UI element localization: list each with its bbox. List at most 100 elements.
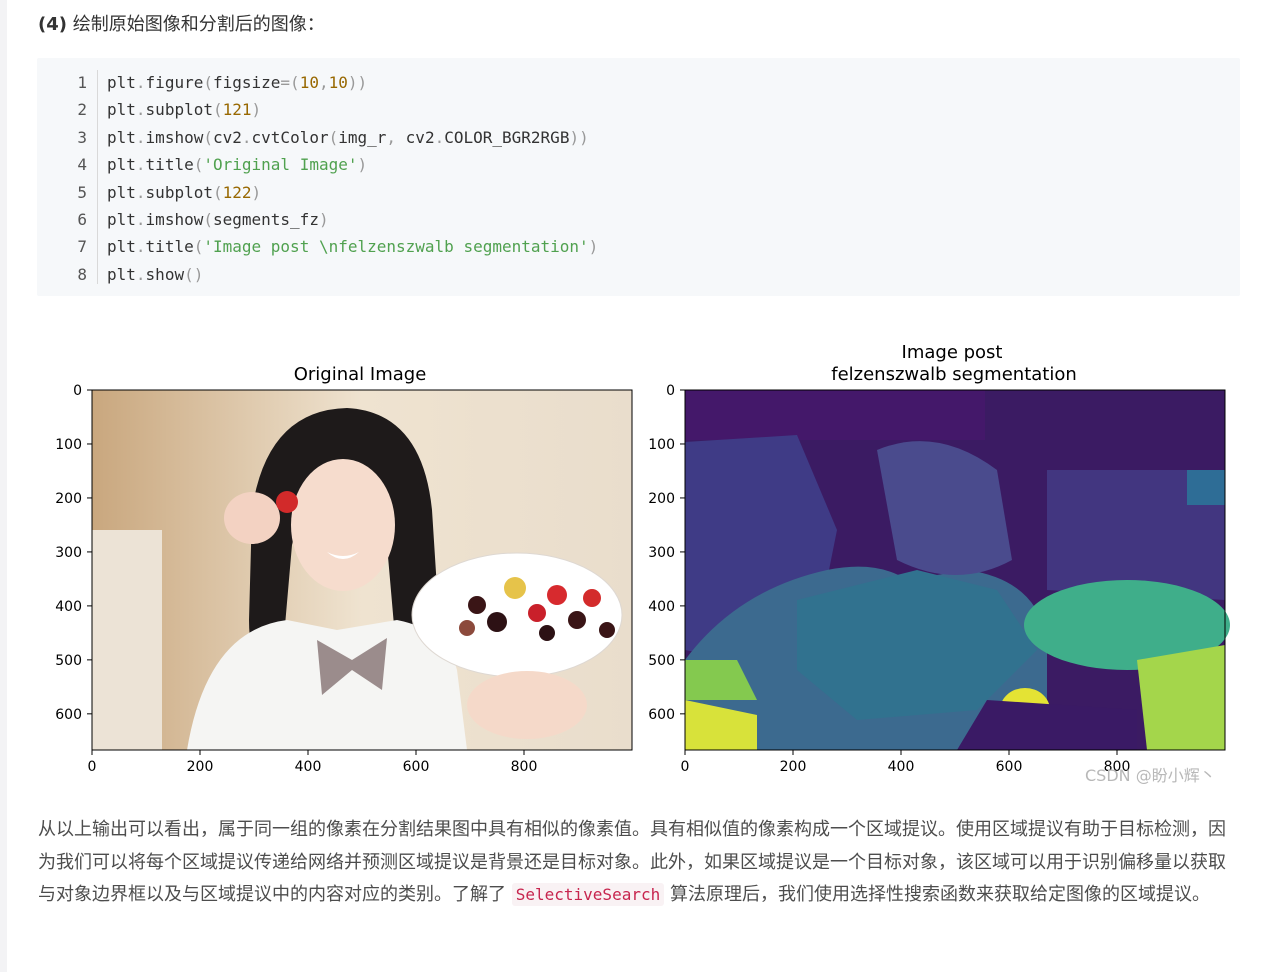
code-token: subplot (145, 100, 213, 120)
heading-text: 绘制原始图像和分割后的图像： (66, 14, 325, 35)
paragraph-text-2: 算法原理后，我们使用选择性搜索函数来获取给定图像的区域提议。 (664, 884, 1210, 905)
code-token: figsize (212, 73, 281, 92)
code-token: title (145, 155, 194, 175)
y-tick-label: 200 (648, 491, 675, 507)
code-token: ( (203, 73, 213, 92)
code-text: plt.imshow(segments_fz) (107, 206, 329, 233)
code-token: =( (280, 73, 300, 92)
code-token: plt (107, 100, 136, 120)
x-tick-label: 0 (681, 759, 690, 775)
code-token: . (241, 127, 252, 147)
right-plot-title-line-2: felzenszwalb segmentation (831, 364, 1077, 385)
segment-right-patch (1187, 470, 1225, 505)
line-number: 4 (77, 155, 87, 175)
plate-shape (411, 552, 623, 678)
code-token: ) (251, 182, 262, 202)
y-tick-label: 200 (55, 491, 82, 507)
code-token: 10 (299, 73, 319, 92)
segment-lower-right (1137, 645, 1225, 750)
code-text: plt.show() (107, 261, 203, 288)
code-token: plt (107, 73, 136, 92)
code-token: plt (107, 237, 136, 257)
code-token: COLOR_BGR2RGB (444, 127, 570, 147)
code-token: ) (318, 210, 329, 229)
y-tick-label: 0 (73, 383, 82, 399)
background-table (92, 530, 162, 750)
code-token: plt (107, 210, 136, 229)
inline-code-selectivesearch: SelectiveSearch (511, 883, 665, 906)
x-tick-label: 200 (780, 759, 807, 775)
code-token: , (318, 73, 329, 92)
code-token: )) (569, 127, 589, 147)
code-token: . (135, 264, 146, 284)
line-number: 2 (77, 100, 87, 120)
code-block[interactable]: 1 plt.figure(figsize=(10,10)) 2 plt.subplot… (37, 58, 1240, 296)
code-token: )) (347, 73, 368, 92)
matplotlib-figure: Original Image 0 200 400 600 800 0 100 200 300 40… (55, 342, 1230, 785)
y-tick-label: 400 (55, 599, 82, 615)
code-text: plt.subplot(121) (107, 96, 261, 123)
segment-upper-band (685, 390, 985, 440)
code-token: imshow (145, 127, 204, 147)
heading-number: (4) (38, 14, 67, 35)
code-token: . (135, 182, 146, 202)
code-token: ( (212, 182, 223, 202)
code-token: ) (251, 100, 262, 120)
csdn-watermark: CSDN @盼小辉丶 (1085, 766, 1216, 785)
y-tick-label: 0 (666, 383, 675, 399)
x-tick-label: 0 (88, 759, 97, 775)
y-tick-label: 600 (55, 707, 82, 723)
section-heading: (4) 绘制原始图像和分割后的图像： (38, 10, 325, 36)
code-token: , (386, 127, 406, 147)
y-tick-label: 600 (648, 707, 675, 723)
line-number-gutter (97, 70, 98, 284)
code-token: plt (107, 127, 136, 147)
code-token: 10 (328, 73, 348, 92)
code-token: . (135, 73, 146, 92)
code-token: ( (212, 100, 223, 120)
line-number: 7 (77, 237, 87, 257)
code-token: title (145, 237, 194, 257)
code-token: . (135, 100, 146, 120)
code-token: plt (107, 182, 136, 202)
right-plot-title-line-1: Image post (902, 342, 1003, 363)
code-token: cv2 (212, 127, 242, 147)
x-tick-label: 400 (295, 759, 322, 775)
code-token: ( (193, 155, 204, 175)
left-arm-shape (467, 671, 587, 739)
original-image (92, 390, 632, 750)
x-tick-label: 400 (888, 759, 915, 775)
code-token: imshow (145, 210, 204, 229)
code-token: 121 (222, 100, 252, 120)
code-text: plt.subplot(122) (107, 179, 261, 206)
code-text: plt.title('Original Image') (107, 151, 367, 178)
raised-hand-shape (224, 492, 280, 544)
x-tick-label: 800 (511, 759, 538, 775)
code-token: ( (203, 127, 213, 147)
segmentation-image (685, 390, 1230, 750)
y-tick-label: 100 (648, 437, 675, 453)
code-token: plt (107, 264, 136, 284)
x-tick-label: 600 (403, 759, 430, 775)
code-token: img_r (338, 127, 387, 147)
code-token: ( (193, 237, 204, 257)
x-tick-label: 600 (996, 759, 1023, 775)
code-token: plt (107, 155, 136, 175)
code-token: ) (357, 155, 368, 175)
y-tick-label: 100 (55, 437, 82, 453)
line-number: 1 (77, 73, 87, 92)
y-tick-label: 300 (55, 545, 82, 561)
y-tick-label: 500 (55, 653, 82, 669)
left-plot-title: Original Image (294, 364, 427, 385)
line-number: 5 (77, 182, 87, 202)
code-token: segments_fz (212, 210, 319, 229)
line-number: 6 (77, 210, 87, 229)
code-text: plt.imshow(cv2.cvtColor(img_r, cv2.COLOR… (107, 124, 589, 151)
code-token: cvtColor (251, 127, 329, 147)
code-token: show (145, 264, 185, 284)
code-token: . (135, 127, 146, 147)
line-number: 3 (77, 127, 87, 147)
code-token: ) (588, 237, 599, 257)
code-token: 'Image post \nfelzenszwalb segmentation' (203, 237, 589, 257)
y-tick-label: 300 (648, 545, 675, 561)
